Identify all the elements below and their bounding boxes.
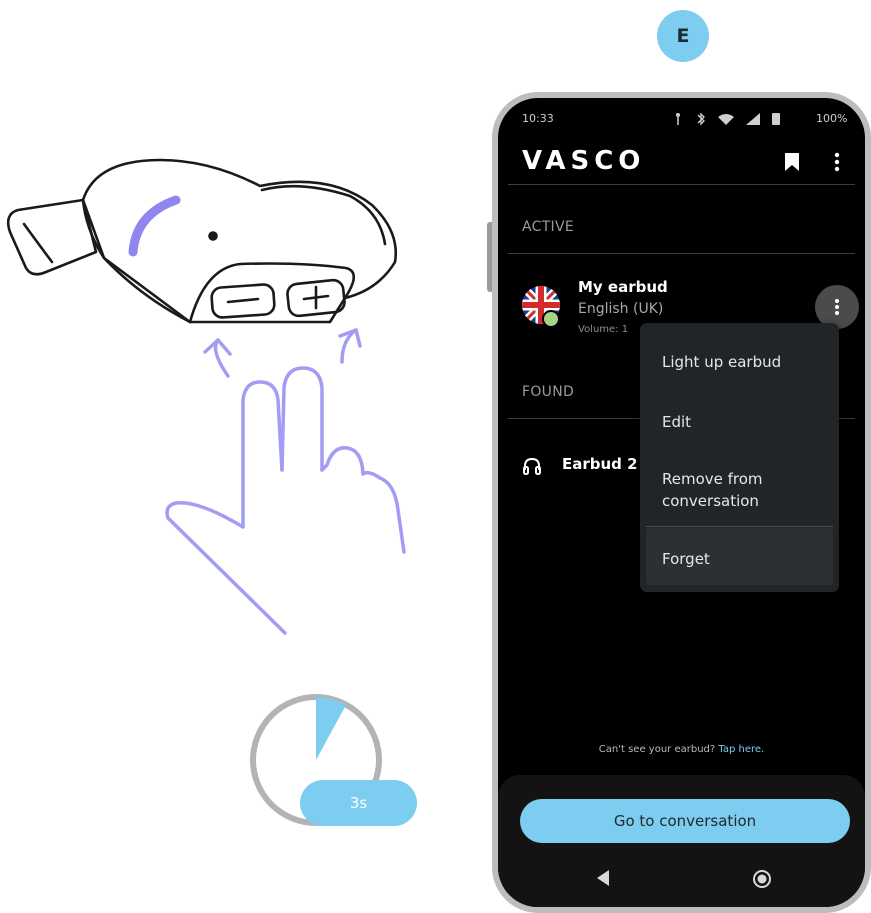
earbud-gesture-illustration bbox=[6, 158, 406, 826]
active-device-volume: Volume: 1 bbox=[578, 324, 629, 335]
status-icons bbox=[676, 112, 780, 126]
device-context-menu: Light up earbud Edit Remove from convers… bbox=[640, 323, 839, 592]
menu-item-light-up[interactable]: Light up earbud bbox=[662, 351, 827, 373]
help-text: Can't see your earbud? Tap here. bbox=[498, 744, 865, 755]
phone-frame: 10:33 100% VASCO ACTIVE My earbud Englis… bbox=[492, 92, 871, 913]
overflow-menu-icon[interactable] bbox=[834, 152, 840, 172]
help-question: Can't see your earbud? bbox=[598, 744, 716, 755]
timer-badge: 3s bbox=[300, 780, 417, 826]
two-finger-hand-illustration bbox=[165, 328, 406, 635]
step-badge: E bbox=[657, 10, 709, 62]
status-time: 10:33 bbox=[522, 112, 554, 125]
active-device-name[interactable]: My earbud bbox=[578, 278, 668, 296]
menu-item-edit[interactable]: Edit bbox=[662, 411, 827, 433]
phone-screen: 10:33 100% VASCO ACTIVE My earbud Englis… bbox=[498, 98, 865, 907]
overflow-menu-icon bbox=[835, 299, 839, 315]
section-found-label: FOUND bbox=[522, 384, 575, 400]
active-device-language: English (UK) bbox=[578, 301, 664, 317]
section-active-label: ACTIVE bbox=[522, 219, 575, 235]
earbud-device-illustration bbox=[6, 158, 398, 324]
back-triangle-icon[interactable] bbox=[595, 869, 611, 887]
go-to-conversation-button[interactable]: Go to conversation bbox=[520, 799, 850, 843]
headphones-icon bbox=[523, 457, 541, 475]
connected-status-dot bbox=[542, 310, 560, 328]
help-link[interactable]: Tap here. bbox=[718, 744, 764, 755]
menu-item-forget[interactable]: Forget bbox=[662, 548, 827, 570]
bookmark-icon[interactable] bbox=[784, 152, 800, 172]
home-circle-icon[interactable] bbox=[752, 869, 772, 889]
app-logo: VASCO bbox=[522, 146, 646, 176]
status-battery: 100% bbox=[816, 112, 848, 125]
found-device-name: Earbud 2 bbox=[562, 455, 638, 473]
divider bbox=[508, 253, 855, 254]
menu-divider bbox=[646, 526, 833, 527]
divider bbox=[508, 184, 855, 185]
menu-item-remove[interactable]: Remove from conversation bbox=[662, 468, 827, 512]
